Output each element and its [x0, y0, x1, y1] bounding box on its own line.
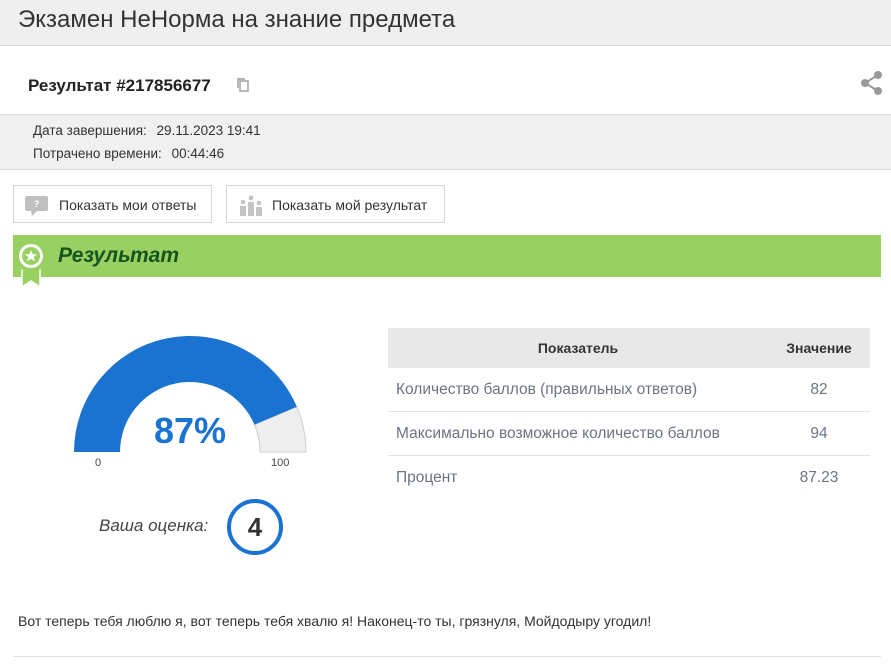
result-header: Результат #217856677	[0, 46, 891, 115]
table-row: Процент 87.23	[388, 456, 870, 500]
grade-label: Ваша оценка:	[99, 516, 209, 535]
result-message: Вот теперь тебя люблю я, вот теперь тебя…	[18, 613, 652, 629]
row-name: Процент	[396, 468, 458, 486]
row-value: 87.23	[799, 468, 839, 486]
gauge-min-label: 0	[95, 457, 102, 469]
completion-date-label: Дата завершения:	[33, 123, 147, 138]
time-spent-label: Потрачено времени:	[33, 146, 162, 161]
table-header-row: Показатель Значение	[388, 328, 870, 368]
svg-text:?: ?	[34, 199, 40, 209]
score-percent: 87%	[153, 410, 227, 451]
top-bar: Экзамен НеНорма на знание предмета	[0, 0, 891, 46]
divider	[13, 656, 881, 657]
grade-badge: 4	[227, 499, 283, 555]
share-icon[interactable]	[859, 70, 885, 96]
result-section-title: Результат	[58, 244, 180, 267]
time-spent-value: 00:44:46	[171, 146, 225, 161]
show-result-button[interactable]: Показать мой результат	[226, 185, 445, 223]
show-answers-label: Показать мои ответы	[59, 197, 197, 213]
page-title: Экзамен НеНорма на знание предмета	[18, 6, 456, 33]
show-answers-button[interactable]: ? Показать мои ответы	[13, 185, 212, 223]
completion-date-row: Дата завершения: 29.11.2023 19:41	[33, 123, 261, 138]
gauge-max-label: 100	[271, 457, 290, 469]
result-meta: Дата завершения: 29.11.2023 19:41 Потрач…	[0, 115, 891, 170]
completion-date-value: 29.11.2023 19:41	[156, 123, 261, 138]
column-header-value: Значение	[768, 328, 870, 368]
table-row: Количество баллов (правильных ответов) 8…	[388, 368, 870, 412]
row-name: Количество баллов (правильных ответов)	[388, 368, 768, 412]
row-name: Максимально возможное количество баллов	[388, 411, 768, 456]
row-value: 94	[768, 411, 870, 456]
row-value: 82	[768, 368, 870, 412]
copy-icon[interactable]	[236, 77, 250, 93]
result-title: Результат #217856677	[28, 76, 211, 95]
result-banner: Результат	[13, 235, 881, 277]
ranking-icon	[240, 195, 262, 216]
show-result-label: Показать мой результат	[272, 197, 428, 213]
column-header-indicator: Показатель	[388, 328, 768, 368]
question-bubble-icon: ?	[25, 196, 48, 216]
results-table: Показатель Значение Количество баллов (п…	[388, 328, 870, 499]
time-spent-row: Потрачено времени: 00:44:46	[33, 146, 224, 161]
table-row: Максимально возможное количество баллов …	[388, 411, 870, 456]
award-ribbon-icon	[15, 240, 47, 289]
